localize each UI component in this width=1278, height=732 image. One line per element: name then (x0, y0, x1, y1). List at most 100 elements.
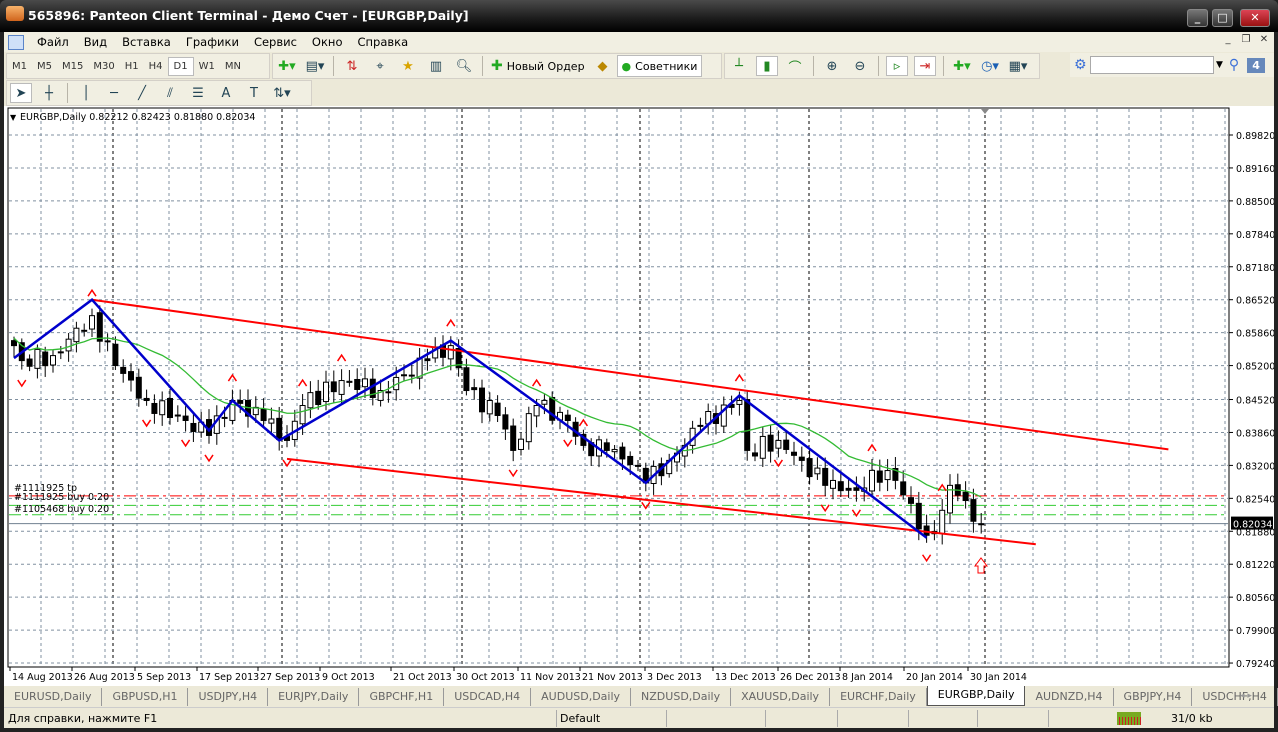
candlestick-chart-icon[interactable]: ▮ (756, 56, 778, 76)
chart-tab[interactable]: GBPUSD,H1 (102, 688, 189, 706)
bar-chart-icon[interactable]: ┴ (728, 56, 750, 76)
candle-body (814, 467, 821, 475)
timeframe-mn[interactable]: MN (220, 58, 246, 75)
fibonacci-icon[interactable]: ☰ (187, 83, 209, 103)
search-dropdown-icon[interactable]: ▼ (1216, 60, 1223, 70)
menu-6[interactable]: Справка (350, 35, 416, 49)
candle-body (822, 467, 829, 486)
candle-body (767, 434, 774, 452)
candle-body (307, 392, 314, 409)
connection-status-icon (1117, 712, 1141, 725)
terminal-icon[interactable]: ▥ (425, 56, 447, 76)
candle-body (970, 499, 977, 522)
close-button[interactable]: ✕ (1240, 9, 1270, 27)
candle-body (939, 509, 946, 535)
candle-body (915, 502, 922, 530)
timeframe-m1[interactable]: M1 (7, 58, 32, 75)
chart-shift-icon[interactable]: ⇥ (914, 56, 936, 76)
candle-body (73, 327, 80, 343)
chart-tab[interactable]: AUDUSD,Daily (531, 688, 632, 706)
new-order-button[interactable]: ✚ Новый Ордер (487, 58, 589, 74)
search-icon[interactable]: ⚲ (1229, 57, 1239, 73)
candle-body (736, 400, 743, 405)
price-chart[interactable]: #1111925 tp#1111925 buy 0.20#1105468 buy… (4, 106, 1274, 686)
line-chart-icon[interactable]: ⌒ (784, 56, 806, 76)
timeframe-h1[interactable]: H1 (120, 58, 144, 75)
candle-body (619, 446, 626, 460)
chart-tab[interactable]: USDCHF,H4 (1192, 688, 1278, 706)
chart-tab[interactable]: USDJPY,H4 (188, 688, 269, 706)
autoscroll-icon[interactable]: ▹ (886, 56, 908, 76)
candle-body (697, 424, 704, 427)
timeframe-d1[interactable]: D1 (167, 56, 194, 76)
date-label: 21 Nov 2013 (582, 672, 643, 683)
text-icon[interactable]: A (215, 83, 237, 103)
candle-body (315, 390, 322, 405)
mdi-restore-button[interactable]: ❐ (1238, 34, 1254, 48)
vertical-line-icon[interactable]: │ (75, 83, 97, 103)
timeframe-w1[interactable]: W1 (194, 58, 220, 75)
periods-icon[interactable]: ◷▾ (979, 56, 1001, 76)
maximize-button[interactable]: □ (1212, 9, 1233, 27)
minimize-button[interactable]: _ (1187, 9, 1208, 27)
timeframe-m5[interactable]: M5 (32, 58, 57, 75)
timeframe-m15[interactable]: M15 (57, 58, 88, 75)
mdi-minimize-button[interactable]: _ (1220, 34, 1236, 48)
equidistant-channel-icon[interactable]: ⫽ (159, 83, 181, 103)
candle-body (143, 397, 150, 402)
profiles-icon[interactable]: ▤▾ (304, 56, 326, 76)
candle-body (96, 312, 103, 342)
strategy-tester-icon[interactable]: 🔍︎ (453, 56, 475, 76)
arrows-icon[interactable]: ⇅▾ (271, 83, 293, 103)
zoom-out-icon[interactable]: ⊖ (849, 56, 871, 76)
candle-body (502, 414, 509, 430)
chart-tab[interactable]: GBPCHF,H1 (359, 688, 445, 706)
chart-tab[interactable]: XAUUSD,Daily (731, 688, 831, 706)
chart-area[interactable]: #1111925 tp #1111925 buy 0.20 #1105468 buy… (4, 106, 1274, 686)
timeframe-h4[interactable]: H4 (144, 58, 168, 75)
candle-body (494, 402, 501, 416)
chart-tab[interactable]: EURCHF,Daily (830, 688, 927, 706)
tab-scroll-arrows[interactable]: ◂ ▸ (1240, 691, 1252, 701)
menu-2[interactable]: Вставка (115, 35, 179, 49)
chart-tab[interactable]: GBPJPY,H4 (1114, 688, 1193, 706)
timeframe-m30[interactable]: M30 (88, 58, 119, 75)
zoom-in-icon[interactable]: ⊕ (821, 56, 843, 76)
menu-1[interactable]: Вид (77, 35, 115, 49)
search-input[interactable] (1090, 56, 1214, 74)
menu-4[interactable]: Сервис (247, 35, 305, 49)
history-center-icon[interactable]: ◆ (592, 56, 614, 76)
chart-tab[interactable]: USDCAD,H4 (444, 688, 532, 706)
navigator-icon[interactable]: ★ (397, 56, 419, 76)
drawing-toolbar: ➤ ┼ │ ─ ╱ ⫽ ☰ A T ⇅▾ (6, 80, 312, 106)
candle-body (564, 414, 571, 421)
menu-5[interactable]: Окно (305, 35, 351, 49)
market-watch-icon[interactable]: ⇅ (341, 56, 363, 76)
standard-toolbar: ✚▾ ▤▾ ⇅ ⌖ ★ ▥ 🔍︎ ✚ Новый Ордер ◆ ● Советни… (272, 53, 722, 79)
mdi-close-button[interactable]: ✕ (1256, 34, 1272, 48)
chart-tab[interactable]: NZDUSD,Daily (631, 688, 732, 706)
indicators-icon[interactable]: ✚▾ (951, 56, 973, 76)
crosshair-icon[interactable]: ┼ (38, 83, 60, 103)
horizontal-line-icon[interactable]: ─ (103, 83, 125, 103)
experts-icon: ● (621, 59, 632, 73)
chart-tab[interactable]: AUDNZD,H4 (1025, 688, 1114, 706)
experts-button[interactable]: ● Советники (616, 55, 703, 77)
menu-0[interactable]: Файл (30, 35, 77, 49)
chart-tab[interactable]: EURJPY,Daily (268, 688, 360, 706)
cursor-icon[interactable]: ➤ (10, 83, 32, 103)
trendline-icon[interactable]: ╱ (131, 83, 153, 103)
price-label: 0.89160 (1236, 164, 1274, 175)
chart-tab[interactable]: EURGBP,Daily (926, 686, 1026, 706)
text-label-icon[interactable]: T (243, 83, 265, 103)
templates-icon[interactable]: ▦▾ (1007, 56, 1029, 76)
candle-body (837, 481, 844, 492)
price-label: 0.80560 (1236, 593, 1274, 604)
new-chart-icon[interactable]: ✚▾ (276, 56, 298, 76)
chart-tab[interactable]: EURUSD,Daily (4, 688, 103, 706)
data-window-icon[interactable]: ⌖ (369, 56, 391, 76)
alerts-badge[interactable]: 4 (1247, 57, 1265, 73)
date-label: 13 Dec 2013 (715, 672, 776, 683)
settings-gear-icon[interactable]: ⚙ (1074, 57, 1087, 73)
menu-3[interactable]: Графики (179, 35, 247, 49)
